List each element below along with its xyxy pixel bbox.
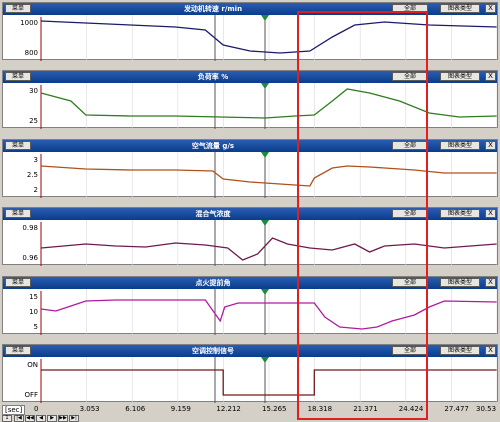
panel-title: 空调控制信号 bbox=[192, 347, 234, 355]
trace-plot[interactable]: 1000 800 bbox=[3, 15, 497, 61]
panel-title: 点火提前角 bbox=[195, 279, 231, 287]
panel-header: 菜单 负荷率 % 全部 图表类型 X bbox=[3, 71, 497, 83]
menu-button[interactable]: 菜单 bbox=[5, 278, 31, 287]
y-tick-label: 2.5 bbox=[27, 171, 38, 179]
cursor-marker-icon[interactable] bbox=[261, 220, 269, 226]
panel-header: 菜单 点火提前角 全部 图表类型 X bbox=[3, 277, 497, 289]
cursor-marker-icon[interactable] bbox=[261, 152, 269, 158]
y-tick-label: 10 bbox=[29, 308, 38, 316]
chart-type-button[interactable]: 图表类型 bbox=[440, 4, 480, 13]
menu-button[interactable]: 菜单 bbox=[5, 141, 31, 150]
y-tick-label: 25 bbox=[29, 117, 38, 125]
y-tick-label: 30 bbox=[29, 87, 38, 95]
all-button[interactable]: 全部 bbox=[392, 209, 428, 218]
close-button[interactable]: X bbox=[485, 72, 496, 81]
y-tick-label: 2 bbox=[34, 186, 38, 194]
time-axis-bar: [sec] 0 3.053 6.106 9.159 12.212 15.265 18.318… bbox=[0, 404, 500, 422]
y-tick-label: 0.98 bbox=[22, 224, 38, 232]
panel-4: 菜单 点火提前角 全部 图表类型 X 15 10 5 bbox=[2, 276, 498, 335]
cursor-marker-icon[interactable] bbox=[261, 83, 269, 89]
chart-type-button[interactable]: 图表类型 bbox=[440, 278, 480, 287]
time-tick-label: 0 bbox=[34, 405, 39, 413]
panel-header: 菜单 空调控制信号 全部 图表类型 X bbox=[3, 345, 497, 357]
all-button[interactable]: 全部 bbox=[392, 278, 428, 287]
close-button[interactable]: X bbox=[485, 4, 496, 13]
time-tick-label: 30.53 bbox=[476, 405, 497, 413]
trace-plot[interactable]: 30 25 bbox=[3, 83, 497, 129]
menu-button[interactable]: 菜单 bbox=[5, 72, 31, 81]
trace-plot[interactable]: 0.98 0.96 bbox=[3, 220, 497, 266]
y-tick-label: 800 bbox=[25, 49, 38, 57]
time-tick-label: 3.053 bbox=[79, 405, 100, 413]
time-tick-label: 6.106 bbox=[125, 405, 146, 413]
all-button[interactable]: 全部 bbox=[392, 141, 428, 150]
time-tick-label: 27.477 bbox=[444, 405, 469, 413]
page-number[interactable]: 1 bbox=[2, 415, 12, 422]
cursor-marker-icon[interactable] bbox=[261, 15, 269, 21]
time-unit-label: [sec] bbox=[2, 405, 26, 415]
y-tick-label: 15 bbox=[29, 293, 38, 301]
time-tick-label: 15.265 bbox=[262, 405, 287, 413]
panel-title: 发动机转速 r/min bbox=[183, 5, 243, 13]
y-tick-label: ON bbox=[27, 361, 38, 369]
time-tick-label: 24.424 bbox=[398, 405, 424, 413]
menu-button[interactable]: 菜单 bbox=[5, 346, 31, 355]
y-tick-label: 5 bbox=[34, 323, 38, 331]
chart-type-button[interactable]: 图表类型 bbox=[440, 141, 480, 150]
cursor-marker-icon[interactable] bbox=[261, 289, 269, 295]
app-window: 菜单 发动机转速 r/min 全部 图表类型 X 1000 800 菜单 负荷率 % 全部 图表类型… bbox=[0, 0, 500, 422]
panel-1: 菜单 负荷率 % 全部 图表类型 X 30 25 bbox=[2, 70, 498, 129]
panel-5: 菜单 空调控制信号 全部 图表类型 X ON OFF bbox=[2, 344, 498, 403]
trace-plot[interactable]: 15 10 5 bbox=[3, 289, 497, 335]
y-tick-label: 3 bbox=[34, 156, 38, 164]
nav-button-2[interactable]: ◀ bbox=[36, 415, 46, 422]
cursor-marker-icon[interactable] bbox=[261, 357, 269, 363]
nav-button-5[interactable]: ▶| bbox=[69, 415, 79, 422]
close-button[interactable]: X bbox=[485, 346, 496, 355]
trace-plot[interactable]: 32.52 bbox=[3, 152, 497, 198]
panel-2: 菜单 空气流量 g/s 全部 图表类型 X 3 2.5 2 bbox=[2, 139, 498, 198]
chart-type-button[interactable]: 图表类型 bbox=[440, 72, 480, 81]
y-tick-label: 1000 bbox=[20, 19, 38, 27]
time-tick-label: 18.318 bbox=[307, 405, 333, 413]
close-button[interactable]: X bbox=[485, 278, 496, 287]
nav-button-3[interactable]: ▶ bbox=[47, 415, 57, 422]
y-tick-label: OFF bbox=[24, 391, 38, 399]
trace-plot[interactable]: ON OFF bbox=[3, 357, 497, 403]
all-button[interactable]: 全部 bbox=[392, 72, 428, 81]
time-tick-label: 12.212 bbox=[216, 405, 241, 413]
panel-title: 负荷率 % bbox=[197, 73, 229, 81]
menu-button[interactable]: 菜单 bbox=[5, 4, 31, 13]
close-button[interactable]: X bbox=[485, 141, 496, 150]
close-button[interactable]: X bbox=[485, 209, 496, 218]
nav-button-4[interactable]: ▶▶ bbox=[58, 415, 68, 422]
panel-header: 菜单 空气流量 g/s 全部 图表类型 X bbox=[3, 140, 497, 152]
panel-3: 菜单 混合气浓度 全部 图表类型 X 0.98 0.96 bbox=[2, 207, 498, 266]
panel-header: 菜单 混合气浓度 全部 图表类型 X bbox=[3, 208, 497, 220]
all-button[interactable]: 全部 bbox=[392, 346, 428, 355]
panel-title: 空气流量 g/s bbox=[191, 142, 235, 150]
y-tick-label: 0.96 bbox=[22, 254, 38, 262]
panel-header: 菜单 发动机转速 r/min 全部 图表类型 X bbox=[3, 3, 497, 15]
time-tick-label: 21.371 bbox=[353, 405, 378, 413]
menu-button[interactable]: 菜单 bbox=[5, 209, 31, 218]
time-tick-label: 9.159 bbox=[170, 405, 191, 413]
chart-type-button[interactable]: 图表类型 bbox=[440, 209, 480, 218]
panel-0: 菜单 发动机转速 r/min 全部 图表类型 X 1000 800 bbox=[2, 2, 498, 61]
panel-title: 混合气浓度 bbox=[195, 210, 231, 218]
nav-button-1[interactable]: ◀◀ bbox=[25, 415, 35, 422]
all-button[interactable]: 全部 bbox=[392, 4, 428, 13]
chart-type-button[interactable]: 图表类型 bbox=[440, 346, 480, 355]
nav-button-0[interactable]: |◀ bbox=[14, 415, 24, 422]
